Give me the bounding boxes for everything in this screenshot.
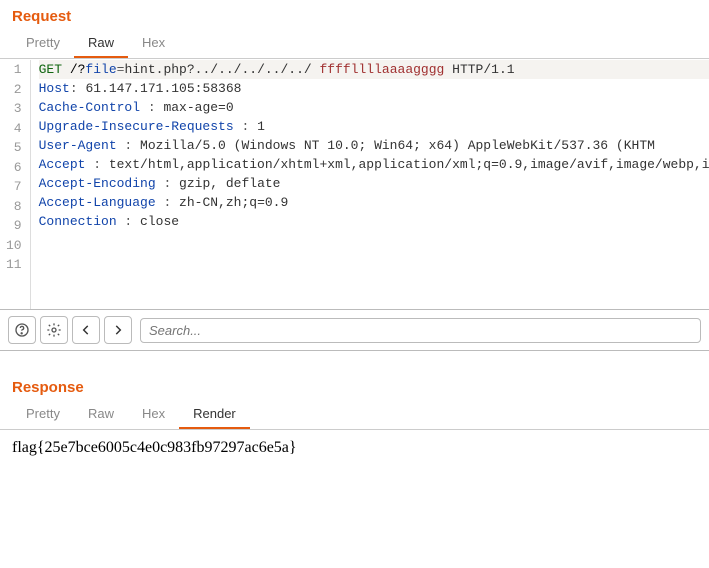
toolbar <box>0 309 709 351</box>
chevron-left-icon <box>79 323 93 337</box>
next-button[interactable] <box>104 316 132 344</box>
help-icon <box>14 322 30 338</box>
line-numbers: 1 2 3 4 5 6 7 8 9 10 11 <box>0 60 31 309</box>
tab-raw-request[interactable]: Raw <box>74 29 128 58</box>
request-raw-body[interactable]: 1 2 3 4 5 6 7 8 9 10 11 GET /?file=hint.… <box>0 60 709 309</box>
help-button[interactable] <box>8 316 36 344</box>
response-title: Response <box>0 371 709 400</box>
response-render-body[interactable]: flag{25e7bce6005c4e0c983fb97297ac6e5a} <box>0 431 709 465</box>
response-tabs: Pretty Raw Hex Render <box>0 400 709 430</box>
prev-button[interactable] <box>72 316 100 344</box>
tab-pretty-response[interactable]: Pretty <box>12 400 74 429</box>
chevron-right-icon <box>111 323 125 337</box>
search-box[interactable] <box>140 318 701 343</box>
tab-pretty-request[interactable]: Pretty <box>12 29 74 58</box>
tab-render-response[interactable]: Render <box>179 400 250 429</box>
request-title: Request <box>0 0 709 29</box>
search-input[interactable] <box>149 323 692 338</box>
gear-icon <box>46 322 62 338</box>
tab-raw-response[interactable]: Raw <box>74 400 128 429</box>
settings-button[interactable] <box>40 316 68 344</box>
tab-hex-response[interactable]: Hex <box>128 400 179 429</box>
code-content: GET /?file=hint.php?../../../../../ ffff… <box>31 60 709 309</box>
request-tabs: Pretty Raw Hex <box>0 29 709 59</box>
tab-hex-request[interactable]: Hex <box>128 29 179 58</box>
